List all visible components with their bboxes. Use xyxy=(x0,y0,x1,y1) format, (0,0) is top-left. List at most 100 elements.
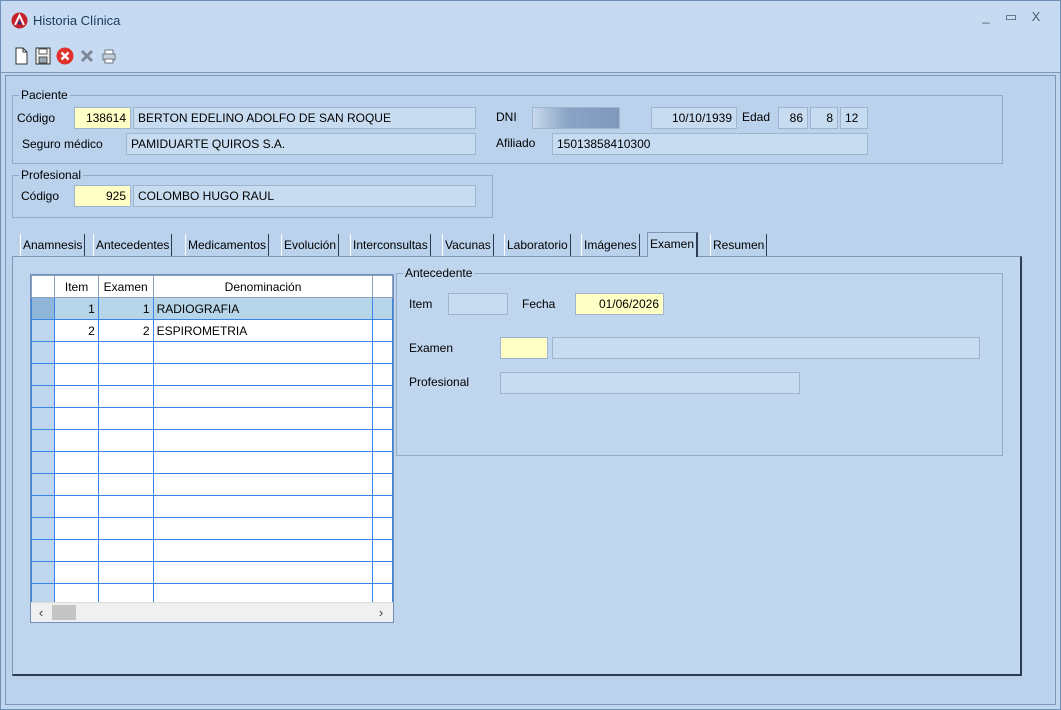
print-icon[interactable] xyxy=(99,46,119,66)
cancel-icon[interactable] xyxy=(55,46,75,66)
cell-item[interactable]: 2 xyxy=(54,319,99,342)
table-row[interactable] xyxy=(31,429,393,452)
cell-item[interactable] xyxy=(54,539,99,562)
antecedente-examen-desc-field[interactable] xyxy=(552,337,980,359)
cell-examen[interactable] xyxy=(97,451,154,474)
table-row[interactable] xyxy=(31,473,393,496)
examenes-grid[interactable]: Item Examen Denominación 1 1 RADIOGRAFIA 2 2… xyxy=(30,274,394,623)
tab-anamnesis[interactable]: Anamnesis xyxy=(20,234,86,256)
grid-header-examen[interactable]: Examen xyxy=(97,275,154,298)
scroll-left-icon[interactable]: ‹ xyxy=(33,605,49,620)
row-indicator[interactable] xyxy=(31,473,56,496)
cell-examen[interactable] xyxy=(97,473,154,496)
cell-examen[interactable] xyxy=(97,561,154,584)
cell-examen[interactable] xyxy=(97,385,154,408)
close-button[interactable]: X xyxy=(1026,9,1046,24)
fecha-nacimiento-field[interactable]: 10/10/1939 xyxy=(651,107,737,129)
antecedente-fecha-field[interactable]: 01/06/2026 xyxy=(575,293,664,315)
antecedente-examen-codigo-field[interactable] xyxy=(500,337,548,359)
table-row[interactable] xyxy=(31,341,393,364)
cell-examen[interactable]: 1 xyxy=(97,297,154,320)
row-indicator[interactable] xyxy=(31,407,56,430)
cell-item[interactable] xyxy=(54,341,99,364)
cell-denominacion[interactable]: ESPIROMETRIA xyxy=(152,319,374,342)
dni-field[interactable] xyxy=(532,107,620,129)
cell-item[interactable] xyxy=(54,473,99,496)
edad-anios-field[interactable]: 86 xyxy=(778,107,808,129)
table-row[interactable]: 2 2 ESPIROMETRIA xyxy=(31,319,393,342)
cell-item[interactable] xyxy=(54,561,99,584)
tab-laboratorio[interactable]: Laboratorio xyxy=(504,234,571,256)
save-icon[interactable] xyxy=(33,46,53,66)
delete-icon[interactable] xyxy=(77,46,97,66)
new-document-icon[interactable] xyxy=(11,46,31,66)
row-indicator[interactable] xyxy=(31,495,56,518)
cell-examen[interactable] xyxy=(97,363,154,386)
cell-examen[interactable] xyxy=(97,517,154,540)
seguro-medico-field[interactable]: PAMIDUARTE QUIROS S.A. xyxy=(126,133,476,155)
row-indicator[interactable] xyxy=(31,451,56,474)
row-indicator[interactable] xyxy=(31,319,56,342)
afiliado-field[interactable]: 15013858410300 xyxy=(552,133,868,155)
table-row[interactable] xyxy=(31,385,393,408)
row-indicator[interactable] xyxy=(31,429,56,452)
cell-denominacion[interactable] xyxy=(152,451,374,474)
cell-item[interactable] xyxy=(54,429,99,452)
cell-item[interactable] xyxy=(54,517,99,540)
paciente-codigo-field[interactable]: 138614 xyxy=(74,107,131,129)
cell-examen[interactable] xyxy=(97,407,154,430)
paciente-nombre-field[interactable]: BERTON EDELINO ADOLFO DE SAN ROQUE xyxy=(133,107,476,129)
cell-item[interactable] xyxy=(54,407,99,430)
tab-examen[interactable]: Examen xyxy=(647,232,699,257)
cell-denominacion[interactable] xyxy=(152,341,374,364)
cell-examen[interactable] xyxy=(97,341,154,364)
edad-meses-field[interactable]: 8 xyxy=(810,107,838,129)
row-indicator[interactable] xyxy=(31,385,56,408)
cell-denominacion[interactable] xyxy=(152,561,374,584)
grid-horizontal-scrollbar[interactable]: ‹ › xyxy=(31,602,393,622)
cell-denominacion[interactable] xyxy=(152,517,374,540)
cell-denominacion[interactable] xyxy=(152,385,374,408)
cell-item[interactable] xyxy=(54,451,99,474)
cell-examen[interactable]: 2 xyxy=(97,319,154,342)
row-indicator[interactable] xyxy=(31,561,56,584)
cell-examen[interactable] xyxy=(97,495,154,518)
antecedente-item-field[interactable] xyxy=(448,293,508,315)
cell-denominacion[interactable]: RADIOGRAFIA xyxy=(152,297,374,320)
cell-denominacion[interactable] xyxy=(152,429,374,452)
scroll-thumb[interactable] xyxy=(52,605,76,620)
tab-evolucion[interactable]: Evolución xyxy=(281,234,340,256)
row-indicator[interactable] xyxy=(31,363,56,386)
row-indicator[interactable] xyxy=(31,517,56,540)
cell-item[interactable] xyxy=(54,385,99,408)
row-indicator[interactable] xyxy=(31,539,56,562)
table-row[interactable] xyxy=(31,407,393,430)
scroll-right-icon[interactable]: › xyxy=(373,605,389,620)
grid-header-item[interactable]: Item xyxy=(54,275,99,298)
cell-examen[interactable] xyxy=(97,539,154,562)
table-row[interactable]: 1 1 RADIOGRAFIA xyxy=(31,297,393,320)
profesional-codigo-field[interactable]: 925 xyxy=(74,185,131,207)
table-row[interactable] xyxy=(31,539,393,562)
edad-dias-field[interactable]: 12 xyxy=(840,107,868,129)
cell-item[interactable] xyxy=(54,495,99,518)
cell-denominacion[interactable] xyxy=(152,473,374,496)
grid-header-denominacion[interactable]: Denominación xyxy=(152,275,374,298)
cell-denominacion[interactable] xyxy=(152,539,374,562)
cell-denominacion[interactable] xyxy=(152,495,374,518)
tab-antecedentes[interactable]: Antecedentes xyxy=(93,234,173,256)
table-row[interactable] xyxy=(31,363,393,386)
minimize-button[interactable]: _ xyxy=(976,9,996,24)
table-row[interactable] xyxy=(31,495,393,518)
antecedente-profesional-field[interactable] xyxy=(500,372,800,394)
cell-item[interactable] xyxy=(54,363,99,386)
tab-resumen[interactable]: Resumen xyxy=(710,234,768,256)
table-row[interactable] xyxy=(31,451,393,474)
maximize-button[interactable]: ▭ xyxy=(1001,9,1021,25)
cell-item[interactable]: 1 xyxy=(54,297,99,320)
row-indicator[interactable] xyxy=(31,341,56,364)
tab-vacunas[interactable]: Vacunas xyxy=(442,234,494,256)
cell-denominacion[interactable] xyxy=(152,363,374,386)
tab-interconsultas[interactable]: Interconsultas xyxy=(350,234,431,256)
row-indicator[interactable] xyxy=(31,297,56,320)
